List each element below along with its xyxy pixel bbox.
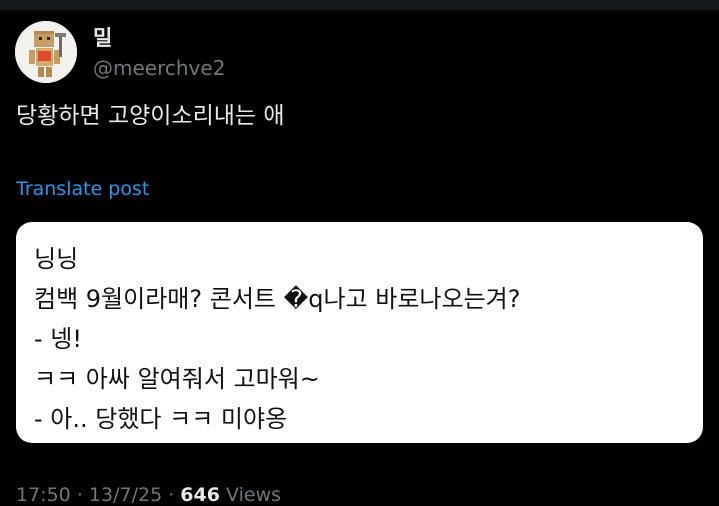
media-text-line: ㅋㅋ 아싸 알여줘서 고마워~ — [34, 365, 320, 393]
author-display-name[interactable]: 밀 — [93, 22, 112, 52]
media-text-line: - 아.. 당했다 ㅋㅋ 미야옹 — [34, 405, 288, 433]
media-text-line: - 넹! — [34, 325, 82, 353]
cardboard-robot-avatar-icon — [15, 21, 77, 83]
top-bar — [0, 0, 719, 10]
translate-post-link[interactable]: Translate post — [16, 178, 149, 200]
avatar[interactable] — [15, 21, 77, 83]
author-handle[interactable]: @meerchve2 — [93, 56, 225, 80]
media-card[interactable]: 닝닝 컴백 9월이라매? 콘서트 �q나고 바로나오는겨? - 넹! ㅋㅋ 아싸… — [16, 222, 703, 443]
post-text: 당황하면 고양이소리내는 애 — [16, 103, 285, 129]
media-text-line: 닝닝 — [34, 245, 79, 273]
media-text-line: 컴백 9월이라매? 콘서트 �q나고 바로나오는겨? — [34, 285, 521, 313]
